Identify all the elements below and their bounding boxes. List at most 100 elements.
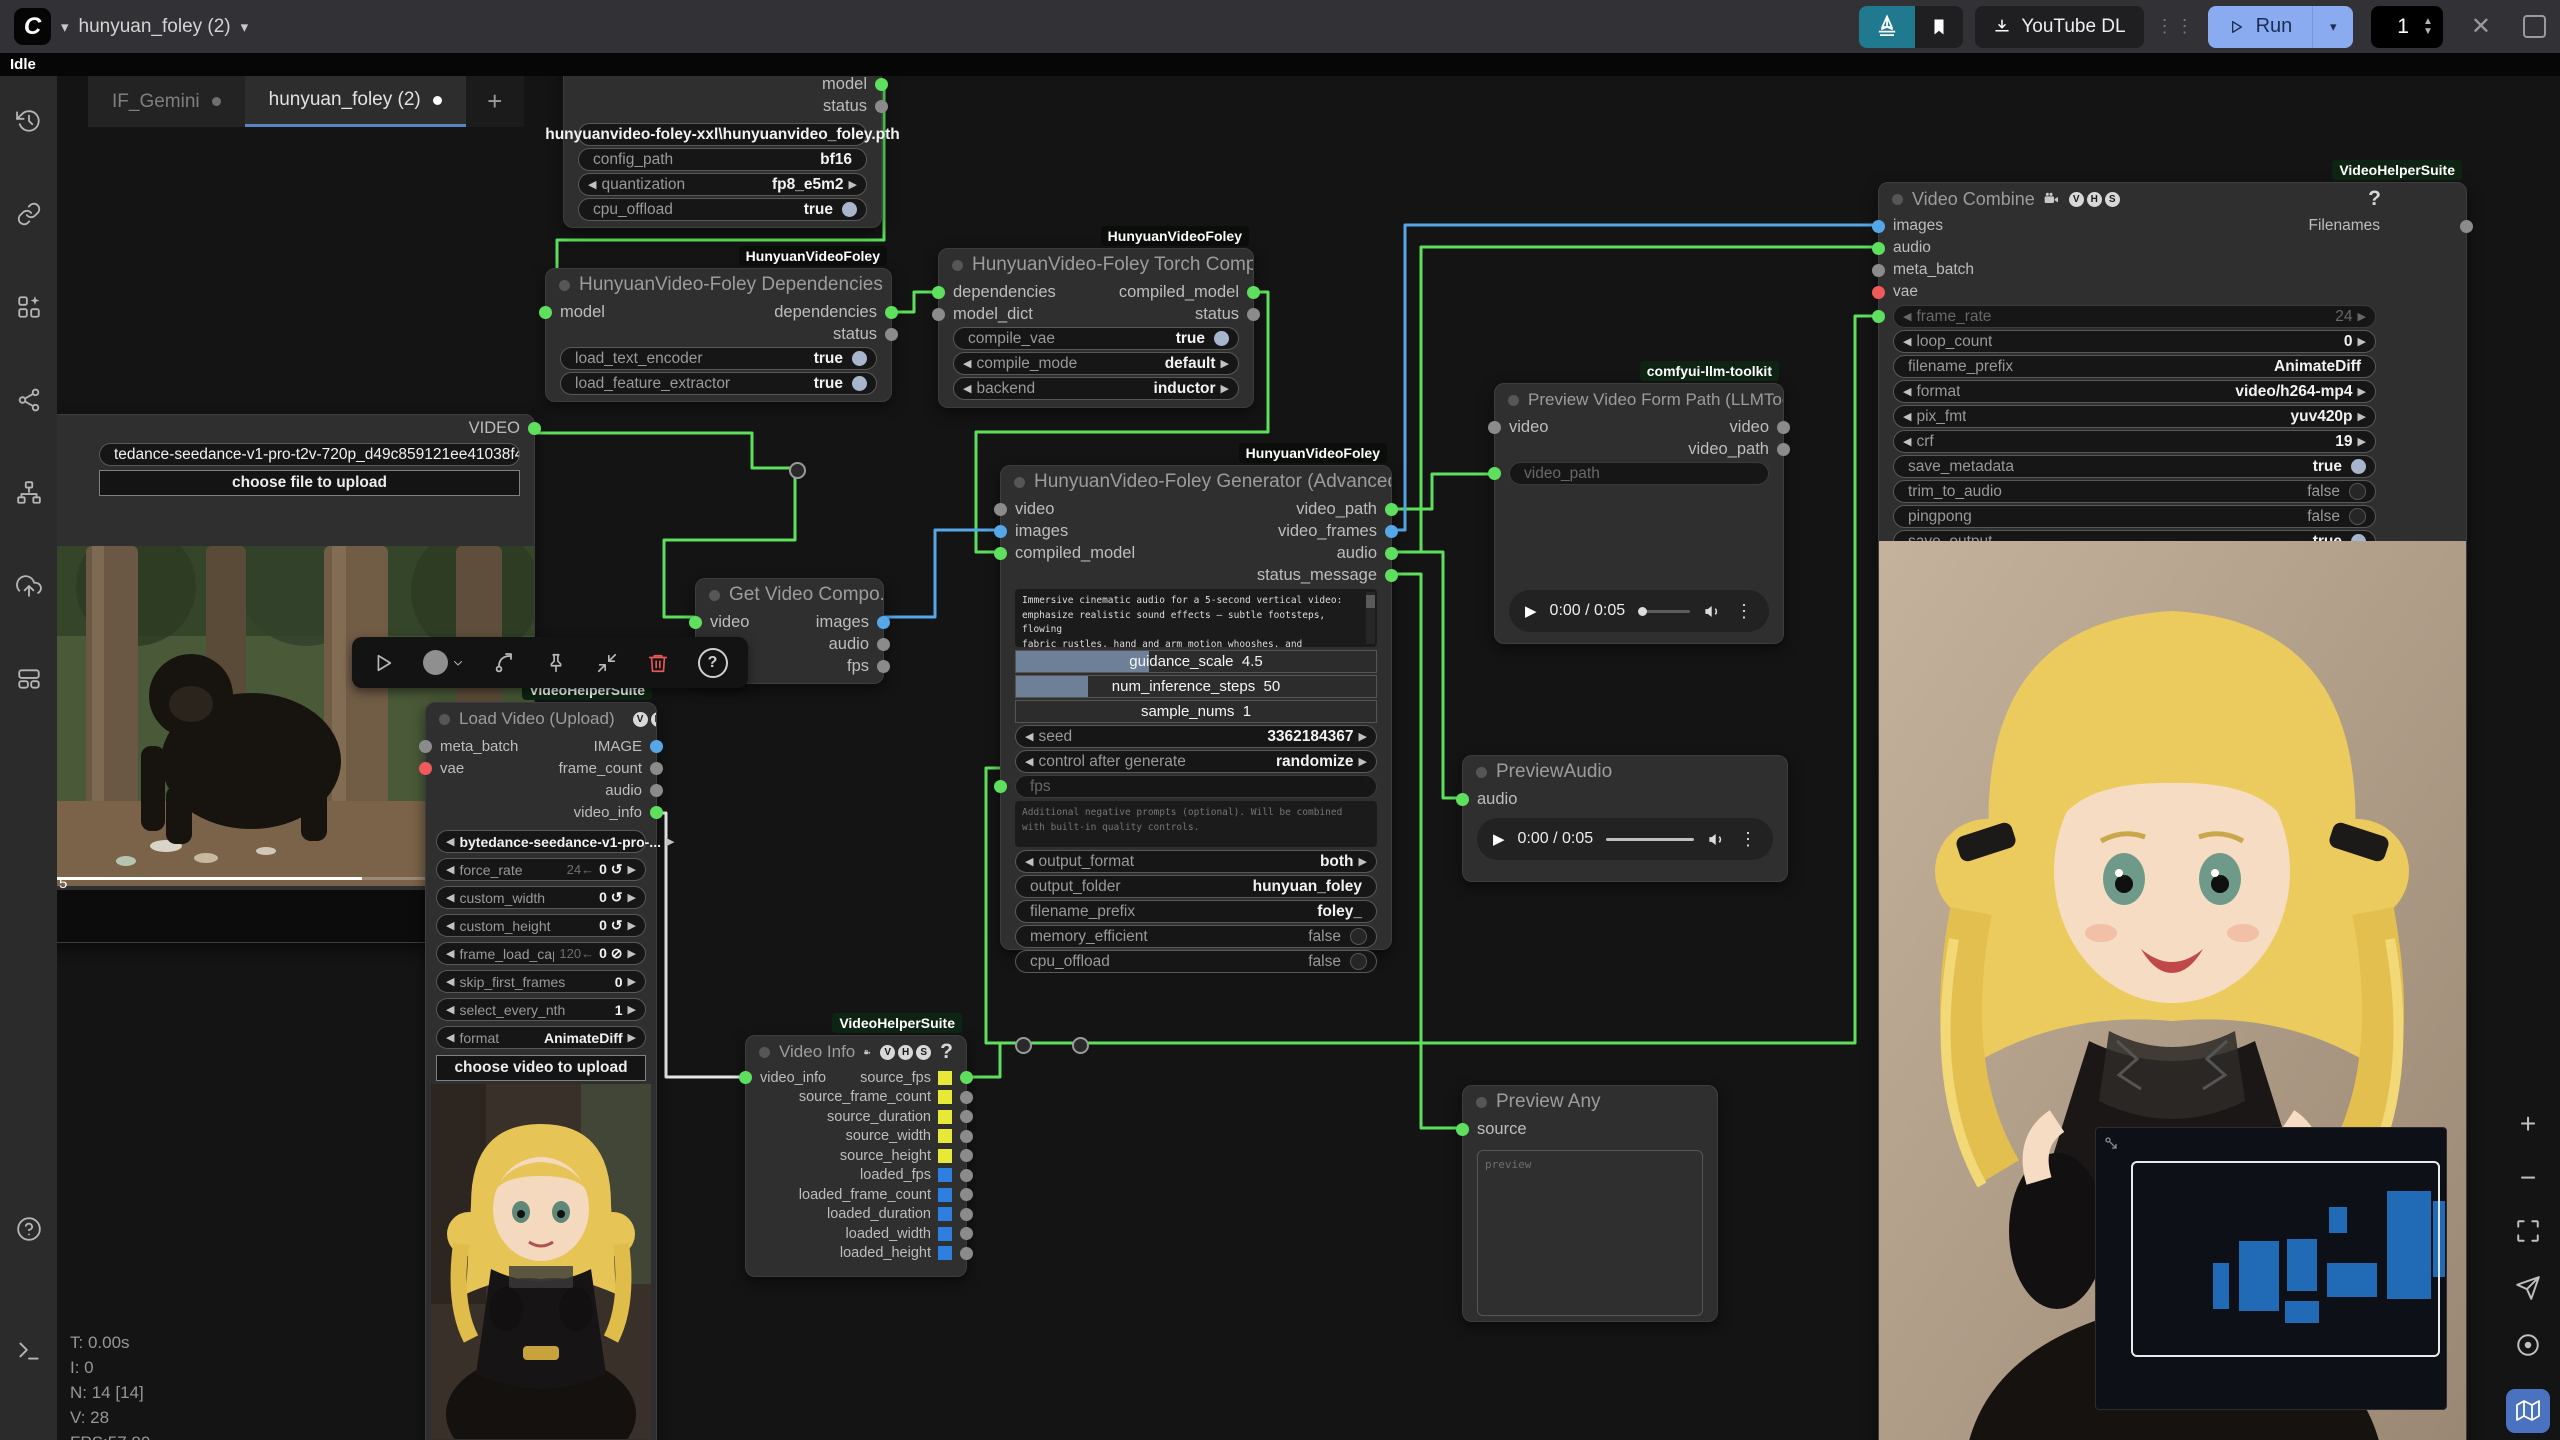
tab-if-gemini[interactable]: IF_Gemini: [88, 76, 245, 127]
widget-memory-efficient[interactable]: memory_efficientfalse: [1015, 925, 1377, 948]
widget-config-path[interactable]: config_pathbf16: [578, 148, 867, 171]
widget-sample-nums[interactable]: sample_nums 1: [1015, 700, 1377, 723]
output-slot-status[interactable]: [885, 328, 898, 341]
input-slot-frame-rate[interactable]: [1872, 310, 1885, 323]
output-slot-audio[interactable]: [877, 638, 890, 651]
layout-panels-icon[interactable]: [16, 666, 42, 692]
node-video-info[interactable]: VideoHelperSuite Video Info VHS ? video_…: [745, 1035, 967, 1277]
output-slot-status[interactable]: [875, 100, 888, 113]
choose-file-button[interactable]: choose file to upload: [99, 470, 520, 496]
increment-icon[interactable]: ▶: [849, 178, 857, 191]
toolbar-help-icon[interactable]: ?: [698, 648, 728, 678]
widget-custom-width[interactable]: ◀custom_width0 ↺▶: [436, 886, 646, 909]
widget-quantization[interactable]: ◀quantizationfp8_e5m2▶: [578, 173, 867, 196]
widget-format[interactable]: ◀formatAnimateDiff▶: [436, 1026, 646, 1049]
minimap[interactable]: [2095, 1127, 2447, 1410]
widget-loop-count[interactable]: ◀loop_count0▶: [1893, 330, 2376, 353]
play-icon[interactable]: ▶: [1493, 830, 1505, 848]
workflow-title[interactable]: hunyuan_foley (2): [79, 16, 231, 38]
cloud-upload-icon[interactable]: [16, 573, 42, 599]
node-hunyuan-dependencies[interactable]: HunyuanVideoFoley HunyuanVideo-Foley Dep…: [545, 268, 892, 402]
widget-num-inference-steps[interactable]: num_inference_steps 50: [1015, 675, 1377, 698]
widget-filename-prefix[interactable]: filename_prefixfoley_: [1015, 900, 1377, 923]
widget-format[interactable]: ◀formatvideo/h264-mp4▶: [1893, 380, 2376, 403]
toggle-icon[interactable]: [1214, 331, 1229, 346]
widget-save-metadata[interactable]: save_metadatatrue: [1893, 455, 2376, 478]
input-slot-audio[interactable]: [1872, 242, 1885, 255]
node-preview-video-path[interactable]: comfyui-llm-toolkit Preview Video Form P…: [1494, 383, 1784, 644]
increment-icon[interactable]: ▶: [1359, 730, 1367, 743]
audio-player-bar[interactable]: ▶ 0:00 / 0:05 ⋮: [1477, 818, 1773, 860]
drag-handle-icon[interactable]: ⋮⋮: [2156, 16, 2196, 37]
prompt-textarea[interactable]: Immersive cinematic audio for a 5-second…: [1015, 589, 1377, 647]
nodes-graph-icon[interactable]: [16, 387, 42, 413]
chevron-down-icon[interactable]: ▾: [241, 18, 249, 36]
widget-video-file[interactable]: tedance-seedance-v1-pro-t2v-720p_d49c859…: [99, 443, 520, 466]
input-slot-fps[interactable]: [994, 780, 1007, 793]
node-help-icon[interactable]: ?: [940, 1040, 953, 1064]
fit-view-icon[interactable]: [2515, 1218, 2541, 1249]
widget-load-feature-extractor[interactable]: load_feature_extractortrue: [560, 372, 877, 395]
scrollbar[interactable]: [1366, 592, 1375, 644]
increment-icon[interactable]: ▲: [2423, 17, 2433, 27]
toggle-icon[interactable]: [1350, 953, 1367, 970]
output-slot-source-fps[interactable]: [960, 1071, 973, 1084]
input-slot-meta-batch[interactable]: [419, 740, 432, 753]
input-slot-images[interactable]: [994, 525, 1007, 538]
choose-video-button[interactable]: choose video to upload: [436, 1055, 646, 1081]
tab-hunyuan-foley[interactable]: hunyuan_foley (2): [245, 76, 466, 127]
increment-icon[interactable]: ▶: [628, 975, 636, 988]
chevron-down-icon[interactable]: ▾: [61, 18, 69, 36]
widget-seed[interactable]: ◀seed3362184367▶: [1015, 725, 1377, 748]
reroute-dot[interactable]: [789, 462, 806, 479]
widget-video-select[interactable]: ◀bytedance-seedance-v1-pro-...▶: [436, 830, 646, 853]
output-slot[interactable]: [960, 1169, 973, 1182]
decrement-icon[interactable]: ◀: [588, 178, 596, 191]
player-seekbar[interactable]: [1638, 610, 1690, 613]
close-icon[interactable]: ✕: [2471, 12, 2491, 41]
increment-icon[interactable]: ▶: [628, 919, 636, 932]
pin-icon[interactable]: [545, 652, 567, 674]
play-icon[interactable]: ▶: [1525, 602, 1537, 620]
input-slot-video-info[interactable]: [739, 1071, 752, 1084]
decrement-icon[interactable]: ◀: [1903, 410, 1911, 423]
minimap-anchor-icon[interactable]: [2104, 1136, 2120, 1152]
output-slot[interactable]: [960, 1227, 973, 1240]
node-color-icon[interactable]: [423, 650, 464, 675]
decrement-icon[interactable]: ◀: [446, 891, 454, 904]
widget-cpu-offload[interactable]: cpu_offloadtrue: [578, 198, 867, 221]
output-slot-video-frames[interactable]: [1385, 525, 1398, 538]
decrement-icon[interactable]: ◀: [446, 975, 454, 988]
input-slot-compiled-model[interactable]: [994, 547, 1007, 560]
widget-trim-to-audio[interactable]: trim_to_audiofalse: [1893, 480, 2376, 503]
input-slot-video[interactable]: [689, 616, 702, 629]
increment-icon[interactable]: ▶: [1221, 357, 1229, 370]
widget-output-format[interactable]: ◀output_formatboth▶: [1015, 850, 1377, 873]
increment-icon[interactable]: ▶: [1359, 855, 1367, 868]
decrement-icon[interactable]: ◀: [1903, 335, 1911, 348]
output-slot[interactable]: [960, 1208, 973, 1221]
reroute-dot[interactable]: [1072, 1037, 1089, 1054]
youtube-dl-button[interactable]: YouTube DL: [1975, 6, 2143, 48]
output-slot-video[interactable]: [528, 422, 541, 435]
widget-guidance-scale[interactable]: guidance_scale 4.5: [1015, 650, 1377, 673]
node-help-icon[interactable]: ?: [2368, 187, 2381, 211]
output-slot-audio[interactable]: [650, 784, 663, 797]
batch-count-stepper[interactable]: 1 ▲▼: [2371, 6, 2443, 48]
widget-output-folder[interactable]: output_folderhunyuan_foley: [1015, 875, 1377, 898]
volume-icon[interactable]: [1707, 830, 1726, 849]
new-tab-button[interactable]: +: [466, 76, 524, 127]
minimap-toggle-button[interactable]: [2506, 1389, 2550, 1433]
toggle-icon[interactable]: [1350, 928, 1367, 945]
terminal-icon[interactable]: [16, 1338, 42, 1364]
output-slot-video-info[interactable]: [650, 806, 663, 819]
toggle-icon[interactable]: [2349, 483, 2366, 500]
decrement-icon[interactable]: ▼: [2423, 27, 2433, 37]
decrement-icon[interactable]: ◀: [1025, 755, 1033, 768]
output-slot-model[interactable]: [875, 78, 888, 91]
bookmark-button[interactable]: [1915, 6, 1963, 48]
increment-icon[interactable]: ▶: [1221, 382, 1229, 395]
increment-icon[interactable]: ▶: [2358, 385, 2366, 398]
toggle-icon[interactable]: [2349, 508, 2366, 525]
widget-fps-converted-input[interactable]: fps: [1015, 775, 1377, 798]
